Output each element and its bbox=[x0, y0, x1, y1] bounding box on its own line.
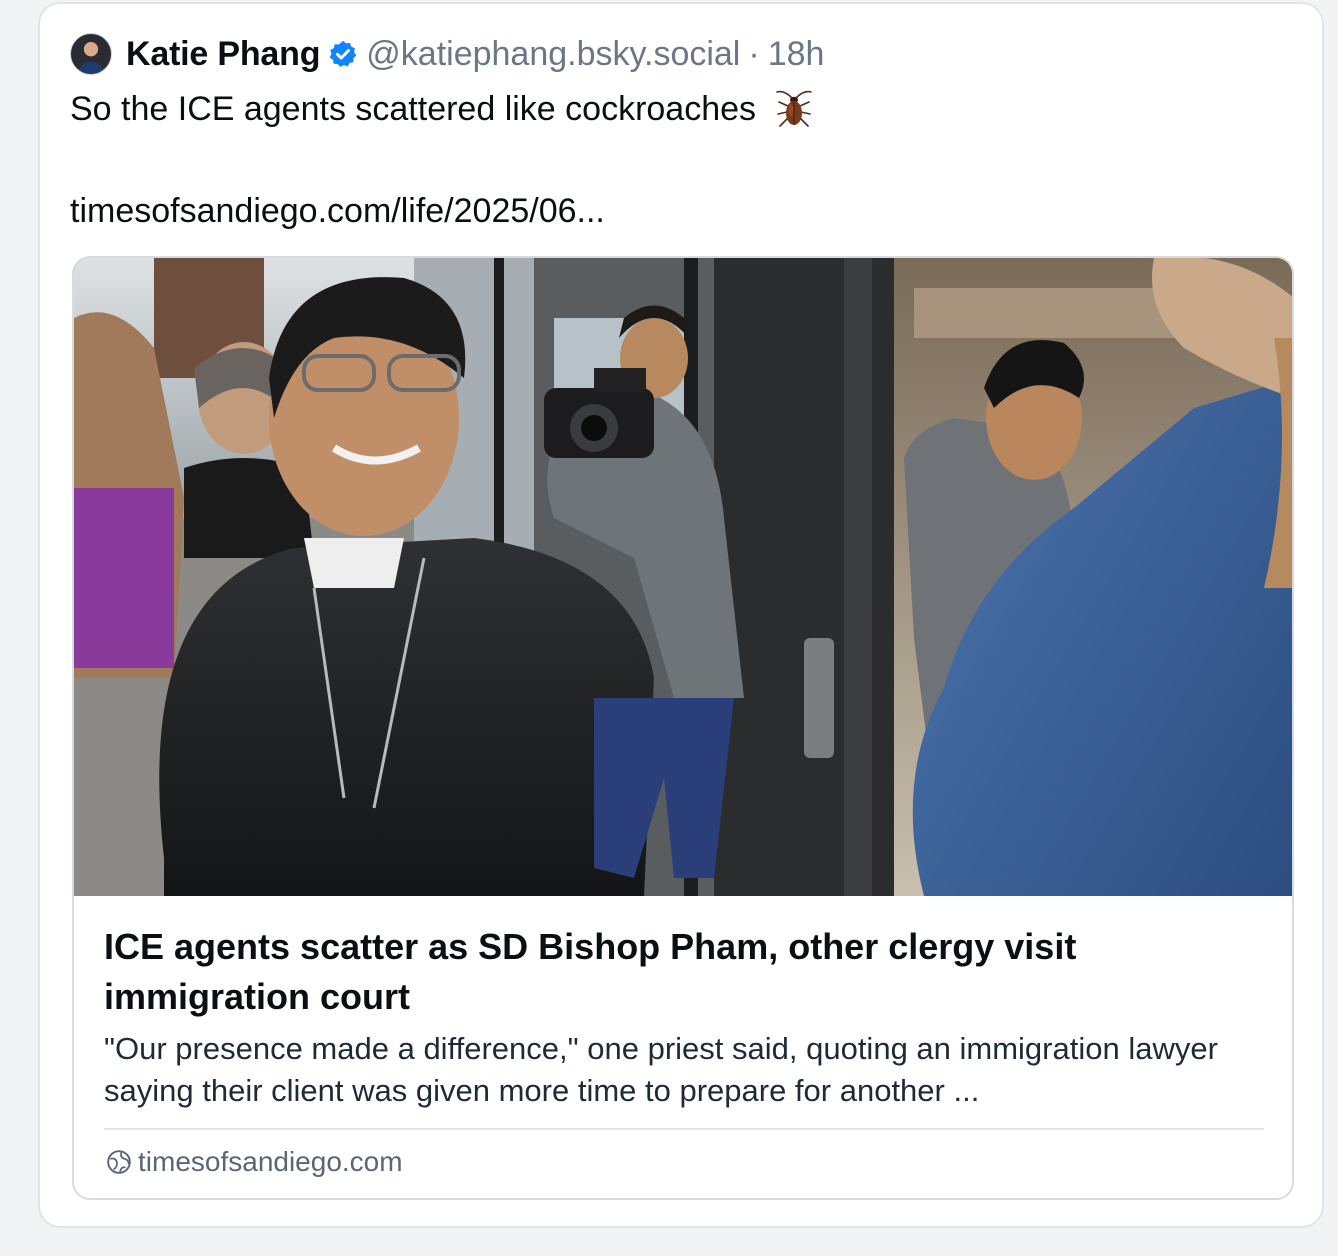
preview-description: "Our presence made a difference," one pr… bbox=[104, 1031, 1218, 1108]
preview-domain: timesofsandiego.com bbox=[138, 1146, 403, 1177]
author-handle[interactable]: @katiephang.bsky.social bbox=[366, 35, 740, 74]
link-preview-card[interactable]: ICE agents scatter as SD Bishop Pham, ot… bbox=[72, 256, 1294, 1200]
author-display-name[interactable]: Katie Phang bbox=[126, 35, 320, 74]
avatar[interactable] bbox=[70, 33, 112, 75]
post-header: Katie Phang @katiephang.bsky.social · 18… bbox=[70, 32, 824, 76]
post-card[interactable]: Katie Phang @katiephang.bsky.social · 18… bbox=[38, 2, 1324, 1228]
post-text-body: So the ICE agents scattered like cockroa… bbox=[70, 89, 757, 128]
post-link[interactable]: timesofsandiego.com/life/2025/06... bbox=[70, 192, 605, 231]
preview-divider bbox=[104, 1128, 1264, 1130]
preview-domain-row: timesofsandiego.com bbox=[106, 1146, 403, 1178]
verified-badge-icon bbox=[330, 40, 357, 67]
preview-title[interactable]: ICE agents scatter as SD Bishop Pham, ot… bbox=[104, 922, 1254, 1022]
globe-icon bbox=[107, 1150, 131, 1174]
preview-image[interactable] bbox=[74, 258, 1294, 896]
separator-dot: · bbox=[748, 34, 760, 73]
post-timestamp[interactable]: 18h bbox=[768, 35, 825, 74]
cockroach-icon bbox=[776, 90, 812, 127]
post-text: So the ICE agents scattered like cockroa… bbox=[70, 88, 814, 130]
